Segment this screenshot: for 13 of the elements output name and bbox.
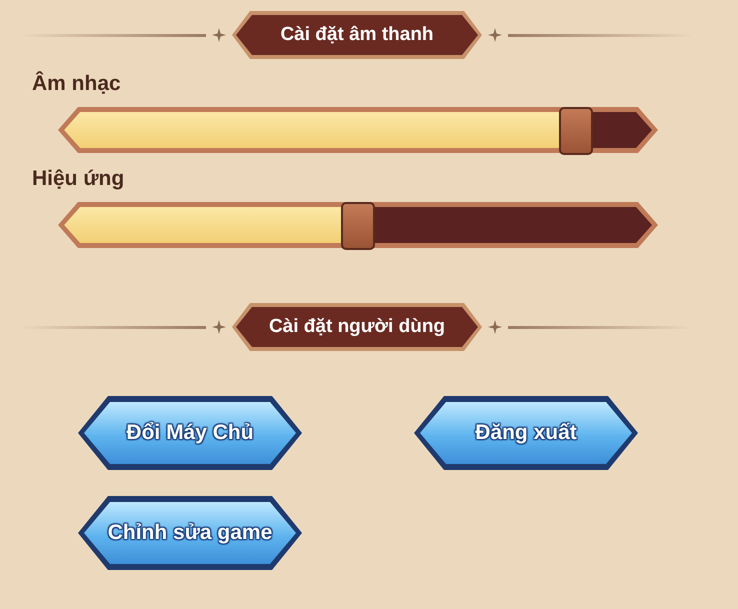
slider-label: Hiệu ứng: [32, 167, 124, 191]
sparkle-icon: [486, 318, 504, 336]
slider-thumb[interactable]: [341, 202, 375, 250]
section-title: Cài đặt âm thanh: [280, 24, 434, 46]
action-button[interactable]: Đổi Máy Chủ: [78, 396, 302, 470]
section-title: Cài đặt người dùng: [268, 316, 446, 338]
sparkle-icon: [210, 26, 228, 44]
slider-label: Âm nhạc: [32, 72, 121, 96]
slider-thumb[interactable]: [558, 107, 593, 155]
action-button[interactable]: Đăng xuất: [414, 396, 638, 470]
action-button[interactable]: Chỉnh sửa game: [78, 496, 302, 570]
sparkle-icon: [486, 26, 504, 44]
sparkle-icon: [210, 318, 228, 336]
